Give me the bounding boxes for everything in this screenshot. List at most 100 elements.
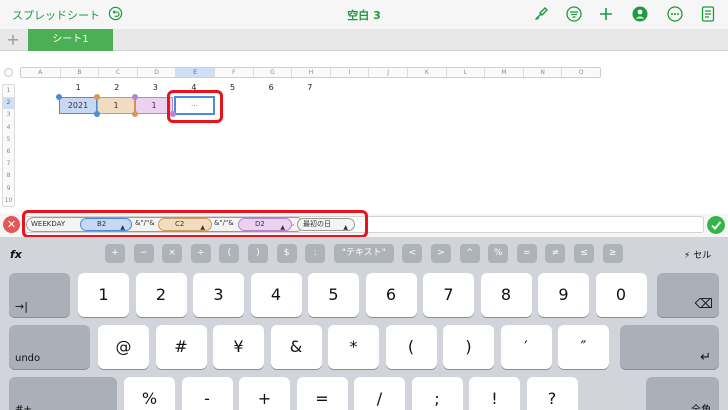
tab-key[interactable]: →| bbox=[9, 273, 70, 317]
row-header-3[interactable]: 3 bbox=[3, 109, 14, 121]
row-header-7[interactable]: 7 bbox=[3, 158, 14, 170]
symbol-key[interactable]: ≠ bbox=[545, 244, 566, 263]
key-5[interactable]: 5 bbox=[308, 273, 359, 317]
key-symbol[interactable]: ( bbox=[385, 325, 437, 369]
undo-key[interactable]: undo bbox=[9, 325, 90, 369]
column-header-j[interactable]: J bbox=[368, 68, 407, 77]
row-header-4[interactable]: 4 bbox=[3, 122, 14, 134]
column-header-i[interactable]: I bbox=[329, 68, 369, 77]
key-symbol[interactable]: = bbox=[296, 377, 348, 410]
cell-c2[interactable]: 1 bbox=[97, 97, 135, 114]
symbol-key[interactable]: > bbox=[431, 244, 451, 263]
document-icon[interactable] bbox=[699, 5, 717, 23]
column-header-g[interactable]: G bbox=[252, 68, 292, 77]
symbol-key[interactable]: $ bbox=[276, 244, 297, 263]
column-header-e[interactable]: E bbox=[175, 68, 214, 77]
key-symbol[interactable]: ; bbox=[411, 377, 463, 410]
cell-row1-value[interactable]: 5 bbox=[230, 83, 235, 92]
row-header-9[interactable]: 9 bbox=[3, 183, 14, 195]
d2-range-handle[interactable] bbox=[132, 94, 138, 100]
undo-icon[interactable] bbox=[108, 6, 123, 21]
format-brush-icon[interactable] bbox=[532, 5, 550, 23]
key-8[interactable]: 8 bbox=[480, 273, 532, 317]
key-3[interactable]: 3 bbox=[193, 273, 244, 317]
c2-range-handle[interactable] bbox=[132, 111, 138, 117]
shift-left-key[interactable]: #+ bbox=[9, 377, 117, 410]
column-header-b[interactable]: B bbox=[59, 68, 99, 77]
symbol-key[interactable]: × bbox=[162, 244, 183, 263]
symbol-key[interactable]: "テキスト" bbox=[333, 244, 394, 263]
cell-e2-editing[interactable]: … bbox=[174, 96, 215, 115]
d2-range-handle[interactable] bbox=[170, 111, 176, 117]
row-header-5[interactable]: 5 bbox=[3, 134, 14, 146]
cell-row1-value[interactable]: 6 bbox=[269, 83, 274, 92]
symbol-key[interactable]: ≥ bbox=[602, 244, 623, 263]
table-select-handle[interactable] bbox=[4, 68, 13, 77]
key-symbol[interactable]: ¥ bbox=[213, 325, 264, 369]
symbol-key[interactable]: ≤ bbox=[574, 244, 594, 263]
reference-token-d2[interactable]: D2 ▲ bbox=[238, 218, 292, 231]
row-header-6[interactable]: 6 bbox=[3, 146, 14, 158]
key-0[interactable]: 0 bbox=[595, 273, 647, 317]
delete-key[interactable]: ⌫ bbox=[657, 273, 719, 317]
b2-range-handle[interactable] bbox=[56, 94, 62, 100]
key-symbol[interactable]: * bbox=[328, 325, 379, 369]
key-symbol[interactable]: % bbox=[124, 377, 175, 410]
cell-b2[interactable]: 2021 bbox=[59, 97, 97, 114]
add-sheet-button[interactable]: + bbox=[0, 29, 26, 51]
reference-token-c2[interactable]: C2 ▲ bbox=[158, 218, 212, 231]
symbol-key[interactable]: ( bbox=[219, 244, 240, 263]
column-header-d[interactable]: D bbox=[136, 68, 176, 77]
column-header-h[interactable]: H bbox=[291, 68, 330, 77]
accept-formula-icon[interactable] bbox=[707, 216, 725, 234]
reference-token-b2[interactable]: B2 ▲ bbox=[80, 218, 132, 231]
return-key[interactable]: ↵ bbox=[620, 325, 719, 369]
cell-row1-value[interactable]: 1 bbox=[76, 83, 81, 92]
row-header-2[interactable]: 2 bbox=[3, 97, 14, 110]
key-symbol[interactable]: & bbox=[270, 325, 322, 369]
c2-range-handle[interactable] bbox=[94, 94, 100, 100]
cell-reference-button[interactable]: ⚡ セル bbox=[684, 248, 711, 261]
argument-token-first-day[interactable]: 最初の日 ▲ bbox=[297, 218, 355, 231]
symbol-key[interactable]: ^ bbox=[459, 244, 480, 263]
shift-right-key[interactable]: 全角 bbox=[646, 377, 719, 410]
key-9[interactable]: 9 bbox=[538, 273, 589, 317]
back-to-spreadsheets-link[interactable]: スプレッドシート bbox=[12, 7, 100, 23]
key-symbol[interactable]: ′ bbox=[500, 325, 552, 369]
symbol-key[interactable]: = bbox=[516, 244, 537, 263]
cancel-formula-button[interactable]: ✕ bbox=[3, 216, 20, 233]
key-2[interactable]: 2 bbox=[135, 273, 187, 317]
row-header-1[interactable]: 1 bbox=[3, 85, 14, 97]
cell-row1-value[interactable]: 7 bbox=[307, 83, 312, 92]
key-symbol[interactable]: - bbox=[181, 377, 233, 410]
key-symbol[interactable]: @ bbox=[98, 325, 149, 369]
symbol-key[interactable]: + bbox=[105, 244, 125, 263]
symbol-key[interactable]: ) bbox=[248, 244, 268, 263]
key-7[interactable]: 7 bbox=[423, 273, 474, 317]
cell-row1-value[interactable]: 4 bbox=[191, 83, 196, 92]
cell-d2[interactable]: 1 bbox=[135, 97, 173, 114]
column-header-a[interactable]: A bbox=[21, 68, 60, 77]
column-header-m[interactable]: M bbox=[484, 68, 523, 77]
key-symbol[interactable]: + bbox=[239, 377, 290, 410]
column-header-o[interactable]: O bbox=[561, 68, 600, 77]
key-symbol[interactable]: ! bbox=[469, 377, 520, 410]
column-header-c[interactable]: C bbox=[98, 68, 137, 77]
key-symbol[interactable]: / bbox=[354, 377, 405, 410]
collaborate-icon[interactable] bbox=[631, 5, 649, 23]
column-header-l[interactable]: L bbox=[445, 68, 485, 77]
column-header-f[interactable]: F bbox=[214, 68, 253, 77]
symbol-key[interactable]: − bbox=[133, 244, 154, 263]
add-icon[interactable] bbox=[597, 5, 615, 23]
sort-filter-icon[interactable] bbox=[565, 5, 583, 23]
key-symbol[interactable]: ″ bbox=[558, 325, 609, 369]
key-1[interactable]: 1 bbox=[78, 273, 129, 317]
symbol-key[interactable]: % bbox=[488, 244, 509, 263]
row-header-8[interactable]: 8 bbox=[3, 170, 14, 182]
sheet-tab[interactable]: シート1 bbox=[28, 29, 113, 51]
cell-row1-value[interactable]: 3 bbox=[153, 83, 158, 92]
b2-range-handle[interactable] bbox=[94, 111, 100, 117]
row-header-10[interactable]: 10 bbox=[3, 195, 14, 207]
symbol-key[interactable]: : bbox=[305, 244, 326, 263]
function-browser-button[interactable]: fx bbox=[10, 248, 22, 261]
